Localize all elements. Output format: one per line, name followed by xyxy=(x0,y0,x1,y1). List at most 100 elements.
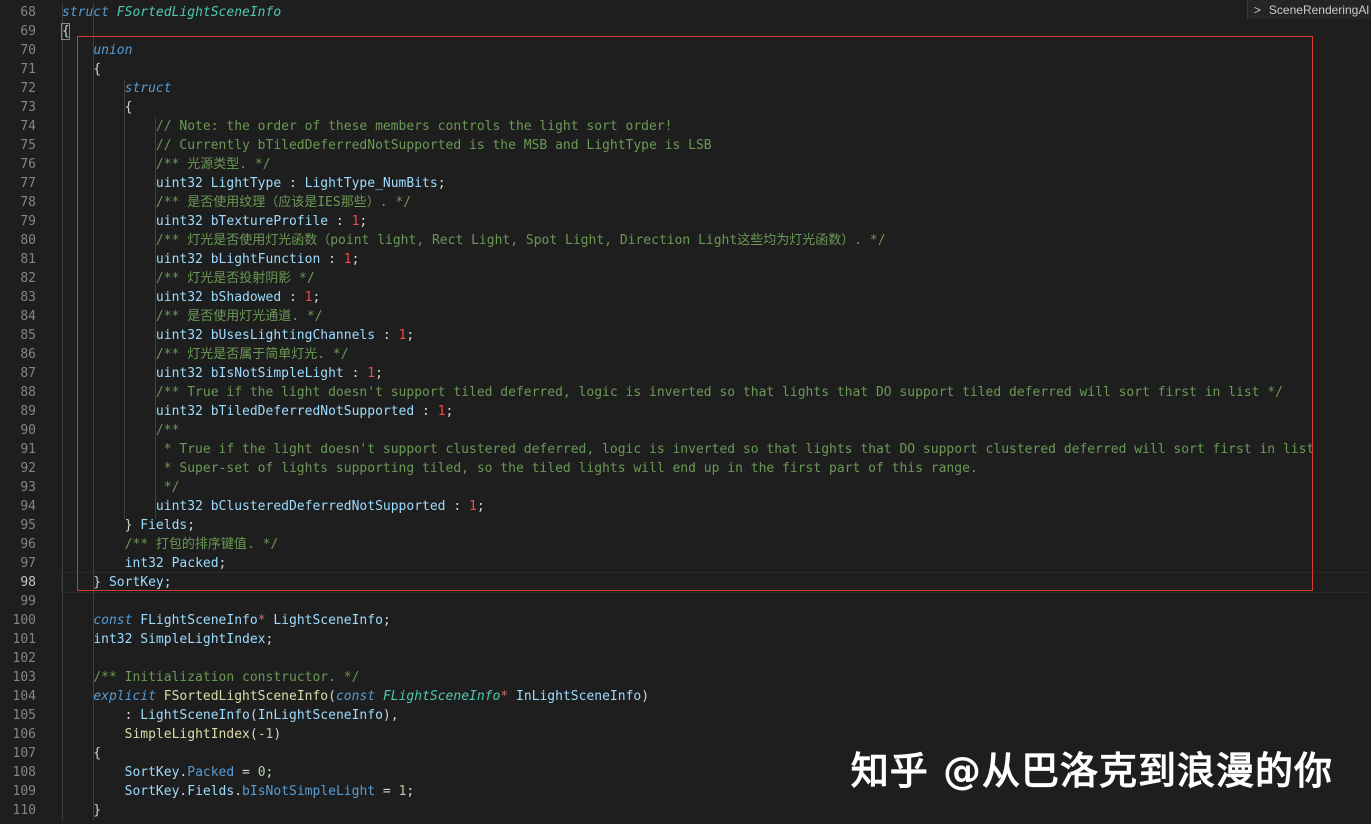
code-line[interactable]: /** 灯光是否使用灯光函数（point light, Rect Light, … xyxy=(62,231,1371,250)
code-token: { xyxy=(62,746,102,761)
code-line[interactable]: { xyxy=(62,98,1371,117)
code-line[interactable]: uint32 bClusteredDeferredNotSupported : … xyxy=(62,497,1371,516)
code-token: uint32 bClusteredDeferredNotSupported xyxy=(155,499,446,514)
code-token: SortKey xyxy=(124,784,180,799)
code-line[interactable]: int32 SimpleLightIndex; xyxy=(62,630,1371,649)
code-line[interactable] xyxy=(62,649,1371,668)
code-token: /** True if the light doesn't support ti… xyxy=(155,385,1283,400)
code-token: = xyxy=(234,765,258,780)
code-line[interactable]: uint32 LightType : LightType_NumBits; xyxy=(62,174,1371,193)
code-token: SortKey xyxy=(108,575,164,590)
code-line[interactable]: uint32 bLightFunction : 1; xyxy=(62,250,1371,269)
code-token: /** Initialization constructor. */ xyxy=(93,670,360,685)
code-line[interactable]: // Currently bTiledDeferredNotSupported … xyxy=(62,136,1371,155)
code-line[interactable]: { xyxy=(62,22,1371,41)
code-token: SimpleLightIndex xyxy=(124,727,250,742)
code-line[interactable]: // Note: the order of these members cont… xyxy=(62,117,1371,136)
code-line[interactable]: * Super-set of lights supporting tiled, … xyxy=(62,459,1371,478)
code-editor[interactable]: 68 69 70 71 72 73 74 75 76 77 78 79 80 81 82 83 84 85 86 87… xyxy=(0,0,1371,824)
code-token: bIsNotSimpleLight xyxy=(242,784,376,799)
code-token: InLightSceneInfo xyxy=(516,689,642,704)
code-line[interactable]: { xyxy=(62,60,1371,79)
line-number: 84 xyxy=(20,309,36,324)
code-line[interactable]: * True if the light doesn't support clus… xyxy=(62,440,1371,459)
code-line[interactable]: const FLightSceneInfo* LightSceneInfo; xyxy=(62,611,1371,630)
code-line[interactable]: uint32 bShadowed : 1; xyxy=(62,288,1371,307)
code-line[interactable]: explicit FSortedLightSceneInfo(const FLi… xyxy=(62,687,1371,706)
line-number: 104 xyxy=(12,689,36,704)
line-number: 107 xyxy=(12,746,36,761)
line-number: 72 xyxy=(20,81,36,96)
code-token: ; xyxy=(265,765,274,780)
code-line[interactable]: int32 Packed; xyxy=(62,554,1371,573)
line-number: 90 xyxy=(20,423,36,438)
line-number: 83 xyxy=(20,290,36,305)
code-token: LightSceneInfo xyxy=(140,708,250,723)
code-token: uint32 bIsNotSimpleLight xyxy=(155,366,344,381)
line-number: 106 xyxy=(12,727,36,742)
code-token: ; xyxy=(351,252,360,267)
code-line[interactable]: : LightSceneInfo(InLightSceneInfo), xyxy=(62,706,1371,725)
line-number: 102 xyxy=(12,651,36,666)
code-token: /** 灯光是否投射阴影 */ xyxy=(155,271,315,286)
bracket-match-highlight xyxy=(61,23,70,40)
code-line[interactable]: } xyxy=(62,801,1371,820)
code-token: /** 是否使用纹理（应该是IES那些）. */ xyxy=(155,195,412,210)
code-line[interactable]: uint32 bIsNotSimpleLight : 1; xyxy=(62,364,1371,383)
code-token: FLightSceneInfo xyxy=(382,689,501,704)
line-number: 92 xyxy=(20,461,36,476)
breadcrumb[interactable]: > SceneRenderingAl xyxy=(1246,0,1371,19)
code-line[interactable]: uint32 bTiledDeferredNotSupported : 1; xyxy=(62,402,1371,421)
code-token: // Currently bTiledDeferredNotSupported … xyxy=(155,138,712,153)
code-token: 1 xyxy=(343,252,352,267)
code-line[interactable]: /** True if the light doesn't support ti… xyxy=(62,383,1371,402)
breadcrumb-item[interactable]: SceneRenderingAl xyxy=(1269,3,1369,17)
code-line[interactable]: /** Initialization constructor. */ xyxy=(62,668,1371,687)
code-line[interactable]: /** 灯光是否投射阴影 */ xyxy=(62,269,1371,288)
code-token: FLightSceneInfo xyxy=(140,613,258,628)
code-line[interactable]: /** xyxy=(62,421,1371,440)
code-token: /** 灯光是否属于简单灯光. */ xyxy=(155,347,349,362)
code-token: struct xyxy=(124,81,172,96)
code-line[interactable]: uint32 bUsesLightingChannels : 1; xyxy=(62,326,1371,345)
code-line[interactable]: } Fields; xyxy=(62,516,1371,535)
code-area[interactable]: struct FSortedLightSceneInfo{ union { st… xyxy=(61,3,1371,820)
code-token: uint32 bTiledDeferredNotSupported xyxy=(155,404,415,419)
chevron-right-icon[interactable]: > xyxy=(1254,3,1261,17)
code-line[interactable]: struct FSortedLightSceneInfo xyxy=(62,3,1371,22)
code-token: explicit xyxy=(93,689,156,704)
code-line[interactable]: /** 是否使用纹理（应该是IES那些）. */ xyxy=(62,193,1371,212)
code-token: 1 xyxy=(367,366,376,381)
code-line[interactable]: /** 是否使用灯光通道. */ xyxy=(62,307,1371,326)
code-line[interactable]: uint32 bTextureProfile : 1; xyxy=(62,212,1371,231)
code-token: /** 灯光是否使用灯光函数（point light, Rect Light, … xyxy=(155,233,886,248)
code-token: : xyxy=(375,328,399,343)
code-line[interactable]: */ xyxy=(62,478,1371,497)
code-line[interactable]: /** 打包的排序键值. */ xyxy=(62,535,1371,554)
code-line[interactable]: struct xyxy=(62,79,1371,98)
code-token: : xyxy=(62,708,141,723)
code-token: uint32 bTextureProfile xyxy=(155,214,329,229)
code-token: 1 xyxy=(437,404,446,419)
code-line[interactable]: /** 灯光是否属于简单灯光. */ xyxy=(62,345,1371,364)
code-token: * Super-set of lights supporting tiled, … xyxy=(155,461,978,476)
code-line[interactable] xyxy=(62,592,1371,611)
code-line[interactable]: union xyxy=(62,41,1371,60)
code-line[interactable]: } SortKey; xyxy=(61,572,1371,593)
code-token: LightSceneInfo xyxy=(273,613,383,628)
code-line[interactable]: /** 光源类型. */ xyxy=(62,155,1371,174)
